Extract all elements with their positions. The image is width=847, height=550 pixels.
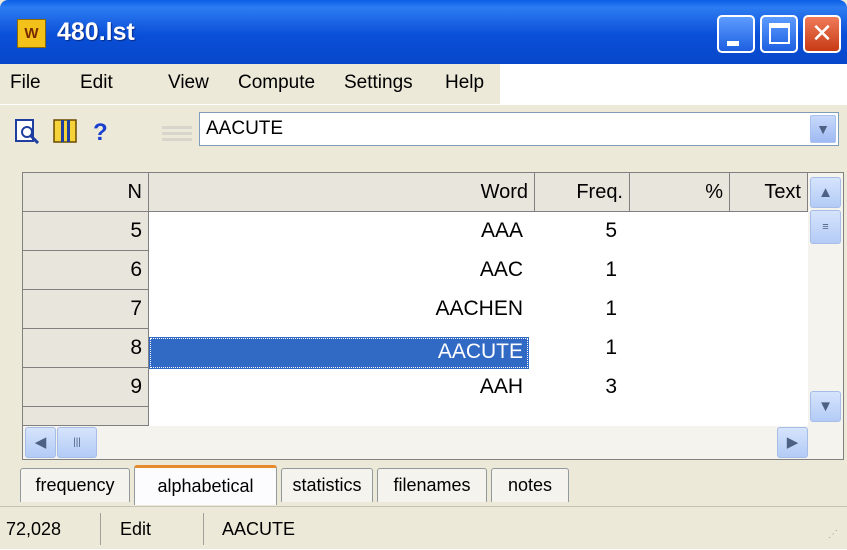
scroll-right-icon[interactable]: ▶ [777,427,808,458]
chevron-down-icon[interactable]: ▼ [810,115,836,143]
word-cell-selected[interactable]: AACUTE [149,337,529,369]
search-value[interactable]: AACUTE [206,118,283,140]
tab-alphabetical[interactable]: alphabetical [134,465,277,505]
tab-frequency[interactable]: frequency [20,468,130,502]
maximize-icon [769,23,790,44]
menu-help[interactable]: Help [445,72,484,94]
preview-icon[interactable] [14,118,40,144]
title-bar[interactable]: W 480.lst ✕ [0,0,847,64]
menu-bar-empty-area [500,64,847,104]
scroll-down-icon[interactable]: ▼ [810,391,841,422]
column-header-text[interactable]: Text [730,173,808,212]
scroll-left-icon[interactable]: ◀ [25,427,56,458]
column-header-n[interactable]: N [23,173,149,212]
tab-statistics[interactable]: statistics [281,468,373,502]
row-number[interactable]: 6 [23,251,149,290]
menu-compute[interactable]: Compute [238,72,315,94]
freq-cell[interactable]: 1 [529,290,629,329]
minimize-button[interactable] [717,15,755,53]
partial-row-header [23,407,149,426]
status-divider [100,513,101,545]
word-cell[interactable]: AACHEN [149,290,529,329]
status-divider [203,513,204,545]
tab-filenames[interactable]: filenames [377,468,487,502]
column-header-percent[interactable]: % [630,173,730,212]
scroll-thumb[interactable]: ≡ [810,210,841,244]
window-title: 480.lst [57,18,135,46]
horizontal-scrollbar[interactable]: ◀ ||| ▶ [23,426,843,459]
status-count: 72,028 [6,519,62,539]
menu-view[interactable]: View [168,72,209,94]
tab-notes[interactable]: notes [491,468,569,502]
status-current-word: AACUTE [222,519,296,539]
vertical-scrollbar[interactable]: ▲ ≡ ▼ [808,173,843,426]
scroll-up-icon[interactable]: ▲ [810,177,841,208]
row-number[interactable]: 9 [23,368,149,407]
status-bar: 72,028 Edit AACUTE ⋰ [0,506,847,550]
minimize-icon [727,41,739,46]
row-number[interactable]: 7 [23,290,149,329]
close-button[interactable]: ✕ [803,15,841,53]
word-cell[interactable]: AAH [149,368,529,407]
menu-edit[interactable]: Edit [80,72,113,94]
freq-cell[interactable]: 3 [529,368,629,407]
menu-file[interactable]: File [10,72,41,94]
column-header-freq[interactable]: Freq. [535,173,630,212]
freq-cell[interactable]: 5 [529,212,629,251]
row-number[interactable]: 5 [23,212,149,251]
freq-cell[interactable]: 1 [529,329,629,368]
status-mode: Edit [120,519,152,539]
row-number[interactable]: 8 [23,329,149,368]
tab-strip: frequency alphabetical statistics filena… [0,460,847,506]
columns-icon[interactable] [52,118,78,144]
disabled-list-icon [162,126,192,141]
application-window: W 480.lst ✕ File Edit View Compute Setti… [0,0,847,549]
close-icon: ✕ [811,19,833,49]
menu-bar: File Edit View Compute Settings Help [0,64,500,104]
maximize-button[interactable] [760,15,798,53]
resize-grip-icon[interactable]: ⋰ [828,529,838,540]
freq-cell[interactable]: 1 [529,251,629,290]
column-header-word[interactable]: Word [149,173,535,212]
hscroll-thumb[interactable]: ||| [57,427,97,458]
svg-text:?: ? [93,119,108,144]
word-cell[interactable]: AAA [149,212,529,251]
word-list-grid[interactable]: N Word Freq. % Text 5 AAA 5 6 AAC 1 7 AA… [22,172,844,460]
menu-settings[interactable]: Settings [344,72,413,94]
word-cell[interactable]: AAC [149,251,529,290]
app-icon[interactable]: W [17,19,46,48]
help-icon[interactable]: ? [90,118,112,144]
search-combobox[interactable]: AACUTE ▼ [199,112,839,146]
